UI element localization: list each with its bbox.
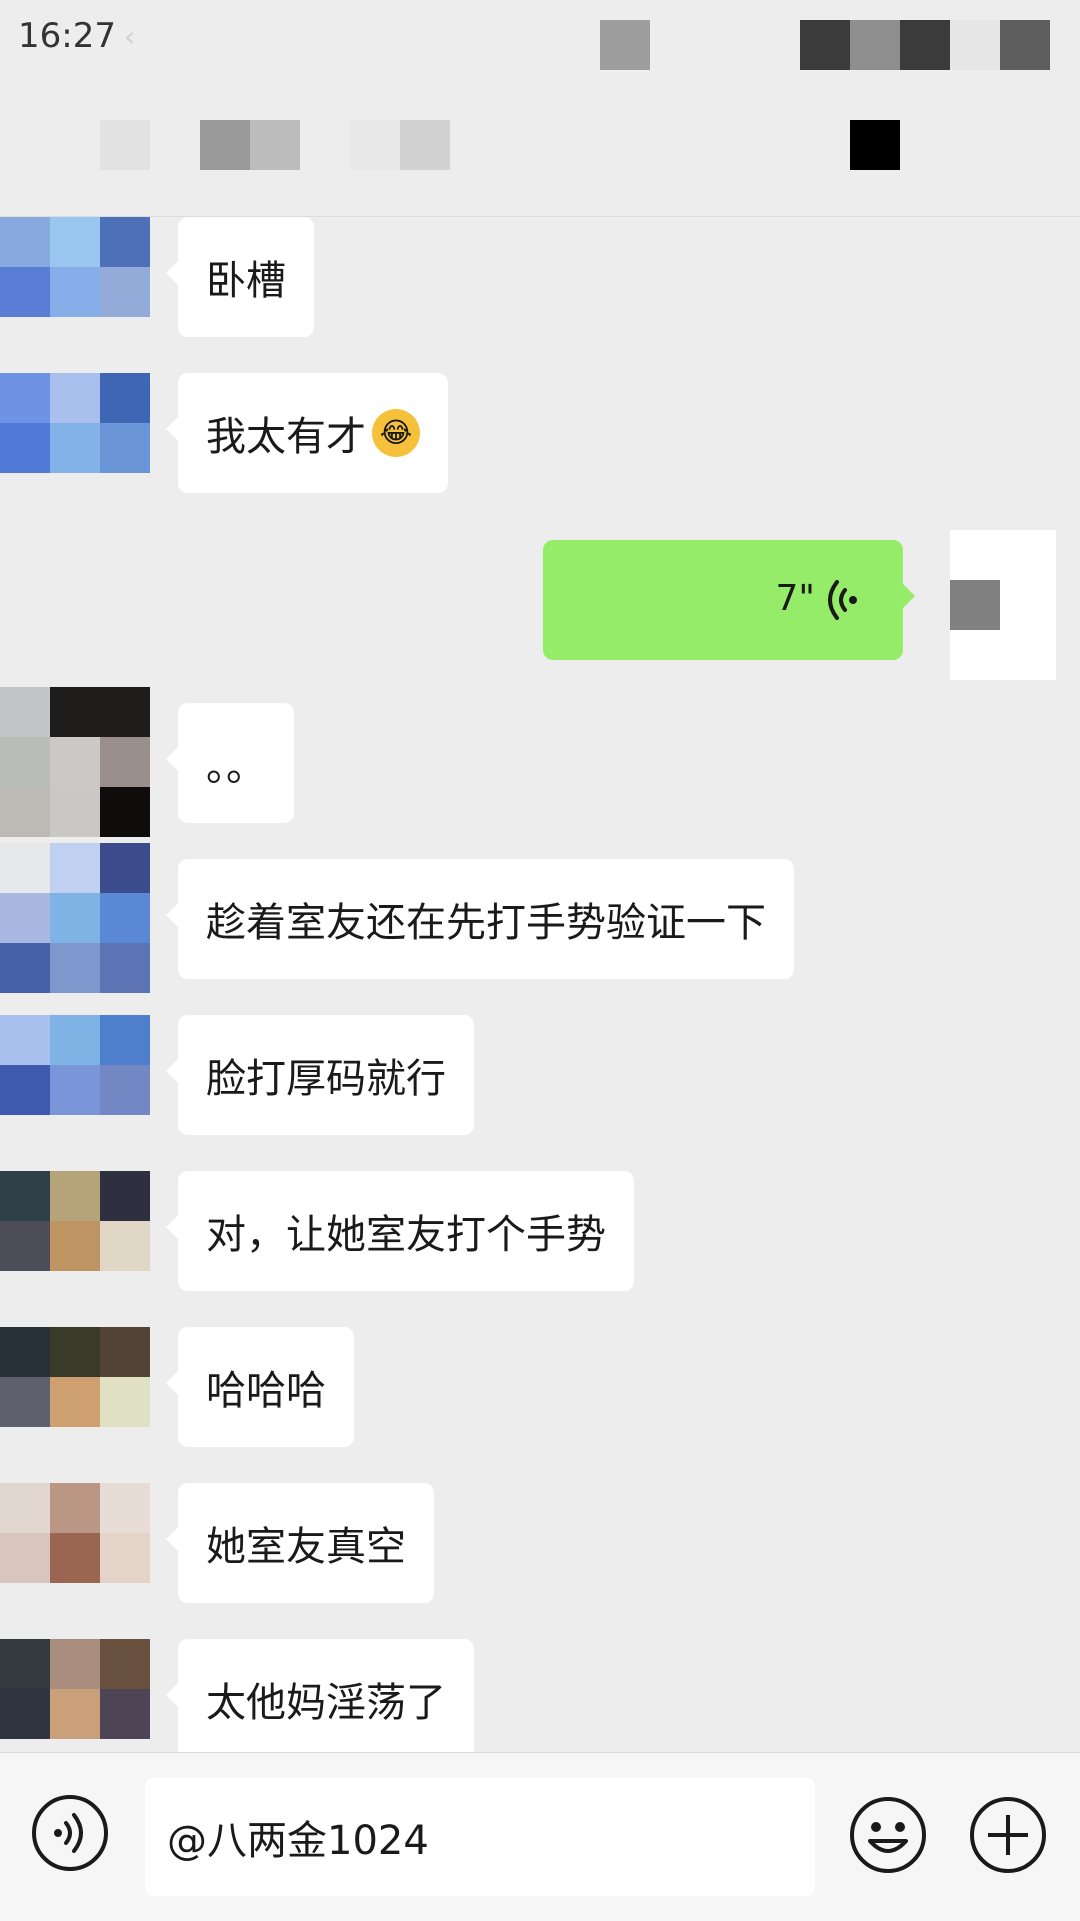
message-bubble[interactable]: 她室友真空 [166, 1483, 434, 1603]
message-bubble[interactable]: 哈哈哈 [166, 1327, 354, 1447]
voice-duration: 7" [775, 578, 815, 619]
message-text: 对，让她室友打个手势 [206, 1212, 606, 1258]
message-row: 脸打厚码就行 [0, 999, 1080, 1149]
chat-area[interactable]: 卧槽 我太有才 😂 7" 。。 趁着室友还在先打手势验证一下 脸打厚码就行 对，… [0, 217, 1080, 1759]
message-bubble[interactable]: 对，让她室友打个手势 [166, 1171, 634, 1291]
add-more-icon[interactable] [968, 1795, 1048, 1875]
message-bubble[interactable]: 卧槽 [166, 217, 314, 337]
status-chevron-icon: ‹ [124, 20, 136, 53]
voice-message-bubble[interactable]: 7" [543, 540, 915, 660]
message-text: 卧槽 [206, 258, 286, 304]
message-bubble[interactable]: 趁着室友还在先打手势验证一下 [166, 859, 794, 979]
message-text: 太他妈淫荡了 [206, 1680, 446, 1726]
message-bubble[interactable]: 太他妈淫荡了 [166, 1639, 474, 1759]
avatar[interactable] [0, 1171, 150, 1321]
message-text: 我太有才 [206, 414, 366, 460]
message-bubble[interactable]: 我太有才 😂 [166, 373, 448, 493]
message-row: 太他妈淫荡了 [0, 1623, 1080, 1773]
status-icons-pixelated [800, 20, 1050, 70]
avatar[interactable] [0, 687, 150, 837]
avatar[interactable] [0, 217, 150, 337]
avatar[interactable] [0, 843, 150, 993]
message-text: 趁着室友还在先打手势验证一下 [206, 900, 766, 946]
message-row: 趁着室友还在先打手势验证一下 [0, 843, 1080, 993]
chat-header [0, 80, 1080, 217]
message-row: 她室友真空 [0, 1467, 1080, 1617]
message-text: 哈哈哈 [206, 1368, 326, 1414]
voice-waves-icon [828, 580, 857, 620]
self-avatar[interactable] [950, 530, 1056, 680]
avatar[interactable] [0, 1015, 150, 1165]
emoji-smiley-icon[interactable] [848, 1795, 928, 1875]
input-bar [0, 1752, 1080, 1921]
message-row: 卧槽 [0, 217, 1080, 337]
message-row: 。。 [0, 687, 1080, 837]
message-text: 脸打厚码就行 [206, 1056, 446, 1102]
back-button-pixelated[interactable] [100, 120, 150, 170]
message-row: 哈哈哈 [0, 1311, 1080, 1461]
voice-input-icon[interactable] [32, 1795, 108, 1871]
message-row: 对，让她室友打个手势 [0, 1155, 1080, 1305]
more-options-icon[interactable] [850, 120, 900, 170]
avatar[interactable] [0, 1483, 150, 1633]
chat-title-pixelated-2 [350, 120, 450, 170]
self-avatar-pixel [950, 580, 1000, 630]
avatar[interactable] [0, 1327, 150, 1477]
chat-title-pixelated [200, 120, 300, 170]
crying-laughing-emoji-icon: 😂 [372, 409, 420, 457]
message-bubble[interactable]: 。。 [166, 703, 294, 823]
message-row: 我太有才 😂 [0, 373, 1080, 493]
avatar[interactable] [0, 373, 150, 493]
status-icon-pixelated [600, 20, 650, 70]
status-bar: 16:27 ‹ [0, 0, 1080, 80]
voice-message-row: 7" [0, 530, 1080, 680]
message-bubble[interactable]: 脸打厚码就行 [166, 1015, 474, 1135]
message-text: 。。 [206, 744, 266, 790]
status-time: 16:27 [18, 16, 116, 56]
message-input[interactable] [145, 1778, 815, 1896]
message-text: 她室友真空 [206, 1524, 406, 1570]
